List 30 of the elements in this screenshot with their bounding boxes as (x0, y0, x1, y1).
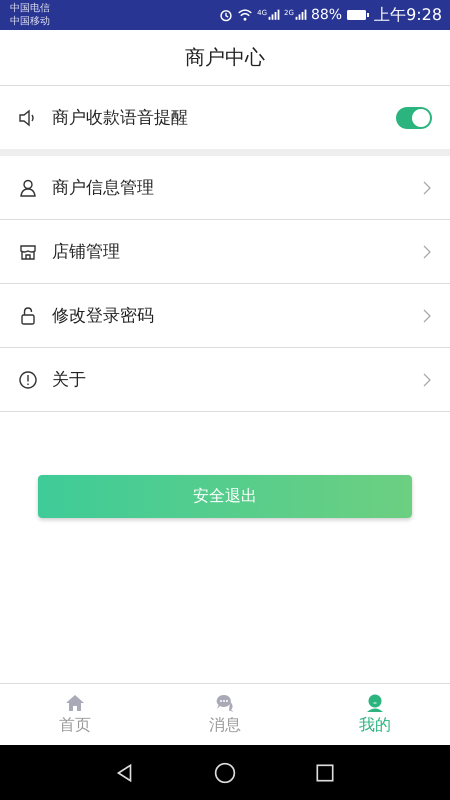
signal-icon (268, 8, 280, 22)
battery-icon (346, 9, 370, 21)
clock-time: 上午9:28 (374, 4, 442, 26)
menu-item[interactable]: 关于 (0, 348, 450, 412)
toggle-switch[interactable] (396, 106, 432, 128)
battery-percent: 88% (310, 7, 342, 23)
signal-icon (294, 8, 307, 22)
page-title: 商户中心 (185, 44, 265, 71)
recents-icon (314, 762, 336, 784)
menu-label: 商户信息管理 (52, 177, 155, 199)
chevron-right-icon (422, 244, 432, 260)
carrier-name: 中国移动 (10, 15, 50, 28)
person-icon (18, 178, 38, 198)
menu-item[interactable]: 修改登录密码 (0, 284, 450, 348)
info-icon (18, 370, 38, 390)
menu-item[interactable]: 店铺管理 (0, 220, 450, 284)
chevron-right-icon (422, 308, 432, 324)
home-circle-icon (214, 762, 236, 784)
chevron-right-icon (422, 180, 432, 196)
menu-label: 修改登录密码 (52, 305, 155, 327)
setting-label: 商户收款语音提醒 (52, 107, 189, 129)
menu-label: 关于 (52, 369, 87, 391)
menu-item[interactable]: 商户信息管理 (0, 156, 450, 220)
chevron-right-icon (422, 372, 432, 388)
alarm-icon (219, 8, 234, 22)
menu-label: 店铺管理 (52, 241, 121, 263)
carrier-name: 中国电信 (10, 2, 50, 15)
chat-icon (214, 693, 236, 713)
home-icon (64, 693, 86, 713)
wifi-icon (237, 8, 254, 22)
